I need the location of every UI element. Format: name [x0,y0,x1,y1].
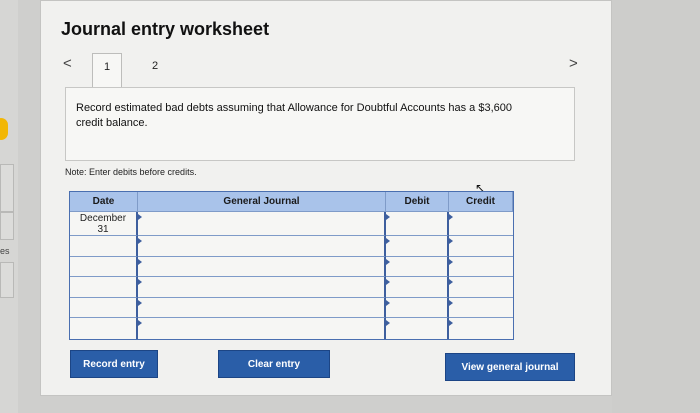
instruction-text: Record estimated bad debts assuming that… [76,102,512,129]
debit-input[interactable] [386,236,449,257]
tab-label: 2 [151,60,159,72]
left-partial-box [0,212,14,240]
left-background-strip: es [0,0,18,413]
debit-input[interactable] [386,277,449,298]
clear-entry-button[interactable]: Clear entry [218,350,330,378]
date-cell[interactable] [70,277,138,298]
credit-input[interactable] [449,212,513,236]
account-input[interactable] [138,236,386,257]
left-fragment-text: es [0,246,10,256]
credit-input[interactable] [449,257,513,278]
credit-input[interactable] [449,277,513,298]
note-text: Note: Enter debits before credits. [65,167,197,177]
debit-input[interactable] [386,212,449,236]
debit-input[interactable] [386,256,449,278]
date-cell[interactable] [70,297,138,319]
account-input[interactable] [138,212,386,236]
date-cell[interactable] [70,256,138,278]
credit-input[interactable] [449,236,513,257]
instruction-panel: Record estimated bad debts assuming that… [65,87,575,161]
column-header-date: Date [70,192,138,212]
credit-input[interactable] [449,318,513,339]
view-general-journal-button[interactable]: View general journal [445,353,575,381]
journal-entry-worksheet: Journal entry worksheet < 1 2 > Record e… [40,0,612,396]
journal-table: Date General Journal Debit Credit Decemb… [69,191,514,340]
tab-2[interactable]: 2 [140,53,170,83]
left-yellow-marker [0,118,8,140]
date-cell[interactable] [70,236,138,257]
date-cell[interactable]: December 31 [70,212,138,236]
account-input[interactable] [138,277,386,298]
chevron-left-icon[interactable]: < [63,55,72,72]
tab-1[interactable]: 1 [92,53,122,88]
page-title: Journal entry worksheet [61,19,270,39]
date-cell[interactable] [70,318,138,339]
column-header-credit: Credit [449,192,513,212]
account-input[interactable] [138,318,386,339]
debit-input[interactable] [386,318,449,339]
left-partial-box [0,164,14,212]
account-input[interactable] [138,297,386,319]
record-entry-button[interactable]: Record entry [70,350,158,378]
left-partial-box [0,262,14,298]
account-input[interactable] [138,256,386,278]
column-header-debit: Debit [386,192,449,212]
date-value: December 31 [79,213,127,235]
debit-input[interactable] [386,297,449,319]
tab-label: 1 [103,61,111,73]
credit-input[interactable] [449,298,513,319]
right-background [612,0,700,413]
column-header-general-journal: General Journal [138,192,386,212]
chevron-right-icon[interactable]: > [569,55,578,72]
